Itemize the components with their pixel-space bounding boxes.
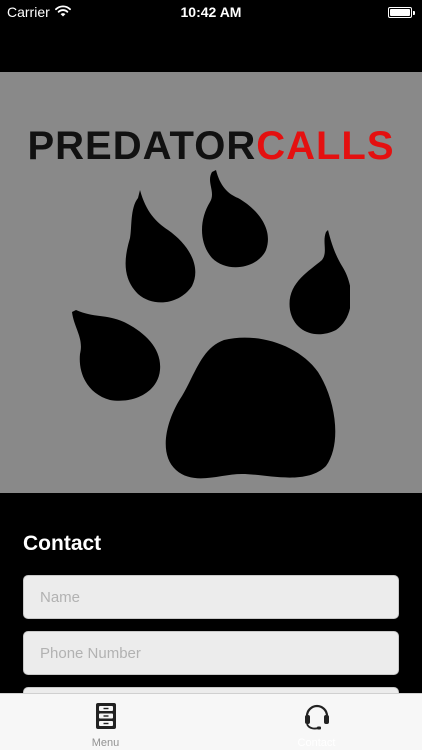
tab-contact[interactable]: Contact: [211, 694, 422, 750]
logo-text-calls: CALLS: [256, 124, 395, 168]
battery-icon: [388, 6, 415, 18]
status-bar: Carrier 10:42 AM: [0, 0, 422, 24]
name-input[interactable]: [23, 575, 399, 619]
headset-icon: [302, 700, 332, 735]
cabinet-icon: [94, 702, 118, 735]
battery-level: [390, 8, 410, 16]
carrier-label: Carrier: [7, 4, 50, 20]
wifi-icon: [54, 4, 71, 20]
tab-bar: Menu Contact: [0, 693, 422, 750]
phone-number-input[interactable]: [23, 631, 399, 675]
tab-menu-label: Menu: [91, 737, 120, 749]
tab-contact-label: Contact: [297, 737, 336, 749]
logo-text-predator: PREDATOR: [27, 124, 257, 168]
status-left: Carrier: [7, 4, 71, 20]
logo-wordmark: PREDATORCALLS: [0, 126, 422, 166]
paw-print-icon: [72, 170, 350, 479]
tab-menu[interactable]: Menu: [0, 694, 211, 750]
predator-calls-banner: PREDATORCALLS: [0, 72, 422, 493]
contact-title: Contact: [23, 532, 102, 555]
